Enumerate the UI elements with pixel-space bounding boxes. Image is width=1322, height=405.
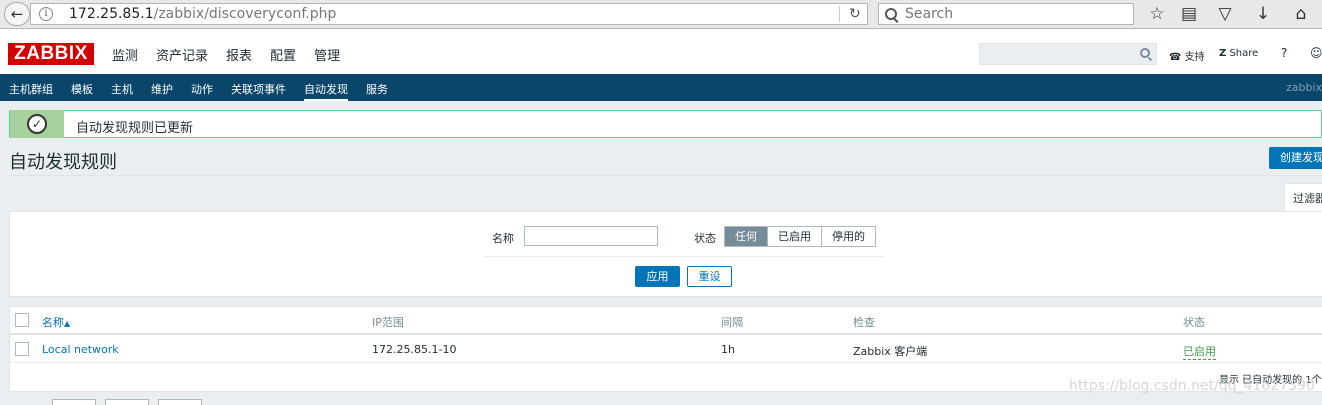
server-name: zabbix (1285, 81, 1322, 94)
create-discovery-button[interactable]: 创建发现 (1269, 147, 1322, 169)
column-header-checks: 检查 (853, 316, 875, 329)
search-icon (885, 8, 897, 20)
download-icon[interactable]: ↓ (1252, 4, 1274, 24)
rule-checks: Zabbix 客户端 (853, 345, 928, 358)
subnav-host-groups[interactable]: 主机群组 (9, 81, 53, 101)
bulk-delete-button[interactable] (158, 399, 202, 405)
column-header-interval: 间隔 (721, 316, 743, 329)
subnav-hosts[interactable]: 主机 (111, 81, 133, 101)
bookmark-star-icon[interactable]: ☆ (1146, 4, 1168, 24)
info-icon[interactable]: i (39, 7, 53, 21)
menu-inventory[interactable]: 资产记录 (156, 45, 208, 64)
menu-reports[interactable]: 报表 (226, 45, 252, 64)
status-option-enabled[interactable]: 已启用 (767, 227, 821, 246)
subnav-event-correlation[interactable]: 关联项事件 (231, 81, 286, 101)
apply-button[interactable]: 应用 (635, 266, 680, 287)
message-icon-box: ✓ (9, 110, 64, 138)
filter-divider (484, 256, 884, 257)
address-bar[interactable]: i 172.25.85.1/zabbix/discoveryconf.php ↻ (30, 3, 868, 25)
check-icon: ✓ (27, 114, 47, 134)
back-button[interactable]: ← (4, 2, 30, 26)
column-header-status: 状态 (1183, 316, 1205, 329)
page-title: 自动发现规则 (9, 152, 117, 173)
subnav-templates[interactable]: 模板 (71, 81, 93, 101)
column-header-ip-range: IP范围 (372, 316, 404, 329)
browser-search-input[interactable] (905, 6, 1105, 22)
row-checkbox[interactable] (15, 342, 29, 356)
filter-name-label: 名称 (492, 232, 514, 245)
share-icon: Z (1219, 48, 1227, 59)
subnav-discovery[interactable]: 自动发现 (304, 81, 348, 101)
subnav-actions[interactable]: 动作 (191, 81, 213, 101)
reset-button[interactable]: 重设 (687, 266, 732, 287)
reload-icon[interactable]: ↻ (849, 6, 861, 22)
zabbix-header: ZABBIX 监测 资产记录 报表 配置 管理 ☎ 支持 Z Share ? ☺ (0, 29, 1322, 74)
menu-configuration[interactable]: 配置 (270, 45, 296, 64)
zabbix-logo[interactable]: ZABBIX (8, 43, 94, 65)
status-option-disabled[interactable]: 停用的 (821, 227, 875, 246)
bulk-disable-button[interactable] (105, 399, 149, 405)
select-all-checkbox[interactable] (15, 313, 29, 327)
success-message: ✓ 自动发现规则已更新 (9, 110, 1322, 138)
table-header: 名称▲ IP范围 间隔 检查 状态 (10, 307, 1322, 335)
message-text: 自动发现规则已更新 (76, 121, 194, 136)
status-option-any[interactable]: 任何 (725, 227, 767, 246)
home-icon[interactable]: ⌂ (1290, 4, 1312, 24)
url-text: 172.25.85.1/zabbix/discoveryconf.php (69, 6, 337, 22)
rule-status-toggle[interactable]: 已启用 (1183, 343, 1216, 360)
filter-status-segmented: 任何 已启用 停用的 (724, 226, 876, 247)
browser-toolbar: ← i 172.25.85.1/zabbix/discoveryconf.php… (0, 0, 1322, 29)
subnav-maintenance[interactable]: 维护 (151, 81, 173, 101)
title-divider (9, 175, 1322, 176)
menu-monitoring[interactable]: 监测 (112, 45, 138, 64)
share-link[interactable]: Z Share (1219, 48, 1258, 59)
rule-name-link[interactable]: Local network (42, 343, 119, 356)
rule-interval: 1h (721, 343, 735, 356)
help-link[interactable]: ? (1281, 46, 1287, 60)
filter-tab[interactable]: 过滤器 (1284, 183, 1322, 212)
user-profile-icon[interactable]: ☺ (1310, 46, 1322, 60)
header-search-input[interactable] (979, 43, 1157, 65)
filter-panel: 名称 状态 任何 已启用 停用的 应用 重设 (9, 211, 1322, 297)
sub-navigation: 主机群组 模板 主机 维护 动作 关联项事件 自动发现 服务 zabbix (0, 74, 1322, 101)
url-separator (839, 6, 840, 22)
watermark: https://blog.csdn.net/qq_41627390 (1069, 378, 1315, 394)
menu-administration[interactable]: 管理 (314, 45, 340, 64)
filter-status-label: 状态 (694, 232, 716, 245)
main-menu: 监测 资产记录 报表 配置 管理 (112, 45, 358, 64)
support-link[interactable]: ☎ 支持 (1169, 48, 1205, 63)
reading-list-icon[interactable]: ▤ (1178, 4, 1200, 24)
sort-asc-icon: ▲ (64, 319, 71, 328)
filter-name-input[interactable] (524, 226, 658, 246)
column-header-name[interactable]: 名称▲ (42, 314, 70, 330)
pocket-icon[interactable]: ▽ (1214, 4, 1236, 24)
bulk-enable-button[interactable] (52, 399, 96, 405)
headset-icon: ☎ (1169, 52, 1182, 63)
rule-ip-range: 172.25.85.1-10 (372, 343, 457, 356)
browser-search-box[interactable] (878, 3, 1134, 25)
subnav-services[interactable]: 服务 (366, 81, 388, 101)
table-row: Local network 172.25.85.1-10 1h Zabbix 客… (10, 336, 1322, 363)
search-icon[interactable] (1140, 48, 1150, 58)
